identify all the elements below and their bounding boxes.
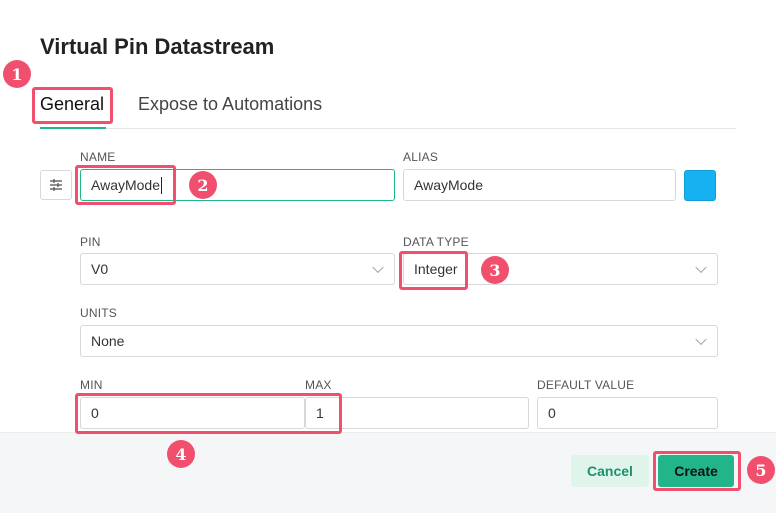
highlight-data-type [399,251,468,290]
highlight-general-tab [32,87,113,124]
tab-divider [40,128,736,129]
units-label: UNITS [80,306,117,320]
icon-picker-button[interactable] [40,170,72,200]
highlight-create-button [653,451,741,491]
chevron-down-icon [695,261,707,274]
alias-input[interactable]: AwayMode [403,169,676,201]
chevron-down-icon [695,333,707,346]
highlight-name-input [75,165,176,205]
annotation-badge-2: 2 [189,171,217,199]
max-label: MAX [305,378,332,392]
sliders-icon [50,179,62,191]
units-select[interactable]: None [80,325,718,357]
tab-expose-to-automations[interactable]: Expose to Automations [138,94,322,115]
data-type-label: DATA TYPE [403,235,469,249]
highlight-min-max [75,393,342,434]
name-label: NAME [80,150,116,164]
annotation-badge-1: 1 [3,60,31,88]
chevron-down-icon [372,261,384,274]
pin-label: PIN [80,235,101,249]
cancel-button[interactable]: Cancel [571,455,649,487]
dialog-title: Virtual Pin Datastream [40,34,275,59]
default-value-input-value: 0 [548,405,556,421]
color-picker-swatch[interactable] [684,170,716,201]
annotation-badge-5: 5 [747,456,775,484]
units-select-value: None [91,333,125,349]
pin-select-value: V0 [91,261,109,277]
annotation-badge-4: 4 [167,440,195,468]
annotation-badge-3: 3 [481,256,509,284]
alias-input-value: AwayMode [414,177,484,193]
default-value-label: DEFAULT VALUE [537,378,635,392]
pin-select[interactable]: V0 [80,253,395,285]
alias-label: ALIAS [403,150,439,164]
min-label: MIN [80,378,103,392]
tab-active-indicator [40,127,106,129]
default-value-input[interactable]: 0 [537,397,718,429]
